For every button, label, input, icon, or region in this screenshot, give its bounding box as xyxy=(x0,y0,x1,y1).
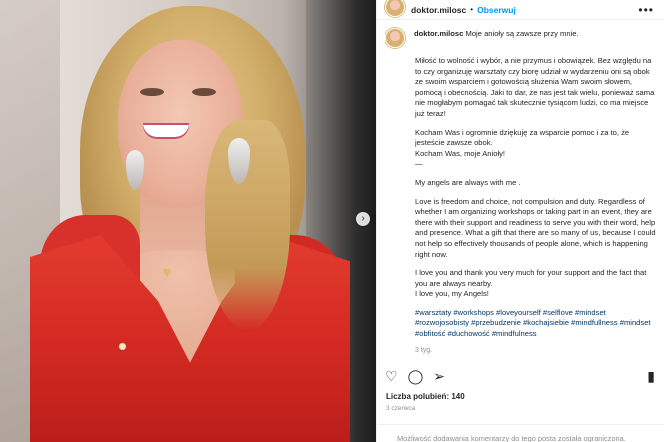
caption-hashtags[interactable]: #warsztaty #workshops #loveyourself #sel… xyxy=(415,308,657,340)
photo-dress-button xyxy=(119,343,126,350)
caption-title: Moje anioły są zawsze przy mnie. xyxy=(465,29,579,38)
post-side-panel: doktor.milosc • Obserwuj ••• doktor.milo… xyxy=(376,0,664,442)
photo-smile xyxy=(143,123,189,137)
avatar[interactable] xyxy=(385,0,405,17)
caption-first-line: doktor.milosc Moje anioły są zawsze przy… xyxy=(414,29,579,38)
caption-paragraph: Kocham Was i ogromnie dziękuję za wsparc… xyxy=(415,127,630,148)
photo-eye-left xyxy=(140,88,164,96)
next-photo-arrow-icon[interactable]: › xyxy=(356,212,370,226)
header-username[interactable]: doktor.milosc xyxy=(411,5,466,15)
action-bar: ♡ ◯ ➢ ▮ xyxy=(385,367,657,385)
caption-time: 3 tyg. xyxy=(415,346,433,354)
follow-button[interactable]: Obserwuj xyxy=(477,5,516,15)
post-photo[interactable]: › xyxy=(0,0,376,442)
separator-dot: • xyxy=(470,5,474,14)
caption-paragraph: My angels are always with me . xyxy=(415,177,521,187)
caption-paragraph: I love you and thank you very much for y… xyxy=(415,268,647,288)
caption-paragraph: Miłość to wolność i wybór, a nie przymus… xyxy=(415,56,655,118)
post-date: 3 czerwca xyxy=(386,405,416,412)
caption-body: Miłość to wolność i wybór, a nie przymus… xyxy=(415,56,657,356)
caption-username[interactable]: doktor.milosc xyxy=(414,29,463,38)
post-header: doktor.milosc • Obserwuj ••• xyxy=(377,0,664,20)
caption-paragraph: Love is freedom and choice, not compulsi… xyxy=(415,196,656,259)
caption-header: doktor.milosc Moje anioły są zawsze przy… xyxy=(385,26,657,48)
bookmark-icon[interactable]: ▮ xyxy=(647,368,655,385)
share-icon[interactable]: ➢ xyxy=(433,368,445,385)
photo-eye-right xyxy=(192,88,216,96)
caption-paragraph: Kocham Was, moje Anioły! xyxy=(415,148,506,158)
caption: doktor.milosc Moje anioły są zawsze przy… xyxy=(385,26,657,361)
more-options-icon[interactable]: ••• xyxy=(638,3,654,17)
caption-avatar[interactable] xyxy=(385,28,405,48)
caption-divider: — xyxy=(415,159,423,169)
comments-disabled-notice: Możliwość dodawania komentarzy do tego p… xyxy=(377,424,664,442)
heart-icon[interactable]: ♡ xyxy=(385,368,398,385)
comment-icon[interactable]: ◯ xyxy=(408,368,424,385)
likes-count[interactable]: Liczba polubień: 140 xyxy=(386,392,465,401)
caption-paragraph: I love you, my Angels! xyxy=(415,289,489,299)
